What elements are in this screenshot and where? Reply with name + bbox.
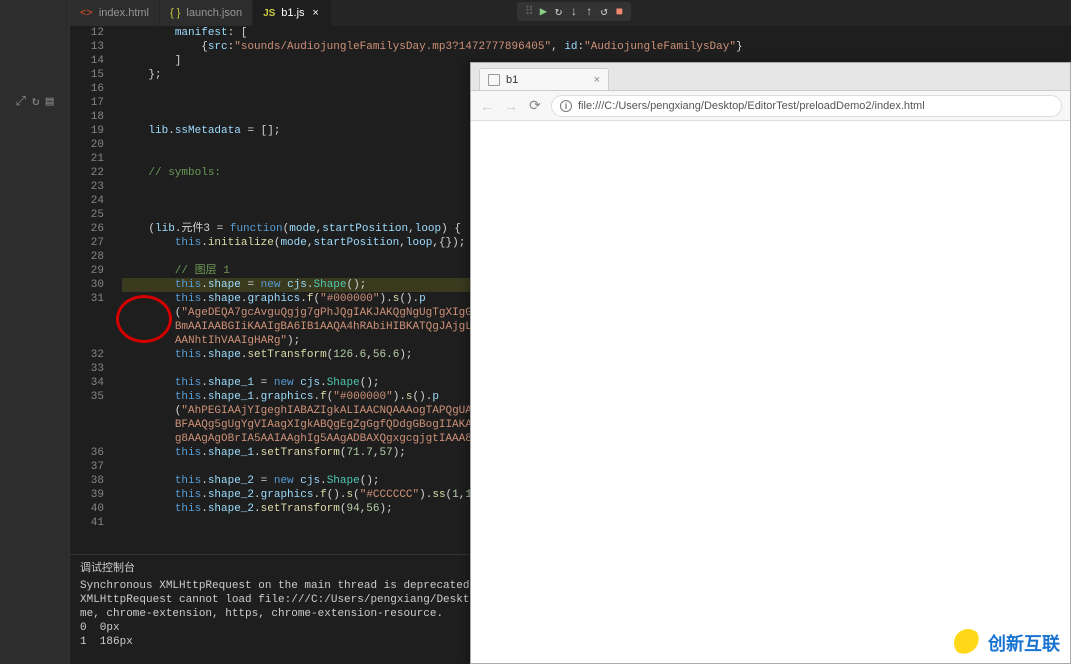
- tab-label: b1.js: [281, 7, 304, 19]
- browser-tab-title: b1: [506, 74, 518, 86]
- line-number[interactable]: 36: [70, 446, 104, 460]
- activity-icon[interactable]: ⤢: [15, 94, 25, 109]
- code-line[interactable]: {src:"sounds/AudiojungleFamilysDay.mp3?1…: [122, 40, 1071, 54]
- line-number[interactable]: 29: [70, 264, 104, 278]
- line-number[interactable]: [70, 418, 104, 432]
- line-number[interactable]: [70, 404, 104, 418]
- line-number[interactable]: 33: [70, 362, 104, 376]
- line-number[interactable]: 32: [70, 348, 104, 362]
- line-number[interactable]: 16: [70, 82, 104, 96]
- watermark-text: 创新互联: [988, 630, 1060, 656]
- code-line[interactable]: manifest: [: [122, 26, 1071, 40]
- line-number[interactable]: 34: [70, 376, 104, 390]
- line-number[interactable]: 13: [70, 40, 104, 54]
- page-favicon-icon: [488, 74, 500, 86]
- file-type-icon: { }: [170, 7, 180, 19]
- line-number[interactable]: 21: [70, 152, 104, 166]
- editor-tabs: <> index.html { } launch.json JS b1.js × ⠿ ▶ ↻ ↓ ↑…: [70, 0, 1071, 26]
- line-number[interactable]: [70, 320, 104, 334]
- line-number[interactable]: 20: [70, 138, 104, 152]
- line-number[interactable]: [70, 432, 104, 446]
- activity-icon[interactable]: ↻: [32, 94, 40, 109]
- line-number[interactable]: 41: [70, 516, 104, 530]
- browser-tab-strip: b1 ×: [471, 63, 1070, 91]
- line-number[interactable]: 19: [70, 124, 104, 138]
- reload-button[interactable]: ⟳: [527, 97, 543, 114]
- url-text: file:///C:/Users/pengxiang/Desktop/Edito…: [578, 100, 925, 112]
- file-type-icon: <>: [80, 7, 93, 19]
- editor-tab[interactable]: { } launch.json: [160, 0, 253, 26]
- line-number[interactable]: 28: [70, 250, 104, 264]
- browser-window: b1 × ← → ⟳ i file:///C:/Users/pengxiang/…: [470, 62, 1071, 664]
- step-over-button[interactable]: ↻: [555, 4, 562, 19]
- tab-label: index.html: [99, 7, 149, 19]
- browser-viewport[interactable]: [471, 121, 1070, 663]
- browser-tab[interactable]: b1 ×: [479, 68, 609, 90]
- watermark-logo-icon: [954, 629, 982, 657]
- line-number[interactable]: 12: [70, 26, 104, 40]
- line-number[interactable]: 15: [70, 68, 104, 82]
- debug-toolbar: ⠿ ▶ ↻ ↓ ↑ ↺ ■: [517, 2, 631, 21]
- address-bar[interactable]: i file:///C:/Users/pengxiang/Desktop/Edi…: [551, 95, 1062, 117]
- step-out-button[interactable]: ↑: [585, 5, 592, 19]
- close-icon[interactable]: ×: [311, 7, 321, 19]
- line-number[interactable]: 14: [70, 54, 104, 68]
- editor-tab[interactable]: <> index.html: [70, 0, 160, 26]
- info-icon[interactable]: i: [560, 100, 572, 112]
- line-number[interactable]: 18: [70, 110, 104, 124]
- back-button[interactable]: ←: [479, 98, 495, 114]
- activity-bar: ⤢ ↻ ▤: [0, 0, 70, 664]
- line-number[interactable]: 22: [70, 166, 104, 180]
- tab-label: launch.json: [186, 7, 242, 19]
- file-type-icon: JS: [263, 8, 275, 19]
- line-number[interactable]: 26: [70, 222, 104, 236]
- restart-button[interactable]: ↺: [601, 4, 608, 19]
- line-number[interactable]: 23: [70, 180, 104, 194]
- editor-tab[interactable]: JS b1.js ×: [253, 0, 331, 26]
- close-icon[interactable]: ×: [594, 74, 600, 86]
- browser-toolbar: ← → ⟳ i file:///C:/Users/pengxiang/Deskt…: [471, 91, 1070, 121]
- line-number[interactable]: 17: [70, 96, 104, 110]
- line-number[interactable]: 25: [70, 208, 104, 222]
- activity-icon[interactable]: ▤: [46, 94, 54, 109]
- line-number[interactable]: 30: [70, 278, 104, 292]
- step-into-button[interactable]: ↓: [570, 5, 577, 19]
- forward-button[interactable]: →: [503, 98, 519, 114]
- line-number[interactable]: 35: [70, 390, 104, 404]
- line-number[interactable]: [70, 334, 104, 348]
- stop-button[interactable]: ■: [616, 5, 623, 19]
- line-number[interactable]: 37: [70, 460, 104, 474]
- continue-button[interactable]: ▶: [540, 4, 547, 19]
- line-number[interactable]: [70, 306, 104, 320]
- line-number[interactable]: 27: [70, 236, 104, 250]
- line-number[interactable]: 40: [70, 502, 104, 516]
- line-number[interactable]: 24: [70, 194, 104, 208]
- line-number[interactable]: 39: [70, 488, 104, 502]
- line-number[interactable]: 38: [70, 474, 104, 488]
- watermark: 创新互联: [954, 629, 1060, 657]
- line-number[interactable]: 31: [70, 292, 104, 306]
- drag-handle-icon: ⠿: [525, 4, 532, 19]
